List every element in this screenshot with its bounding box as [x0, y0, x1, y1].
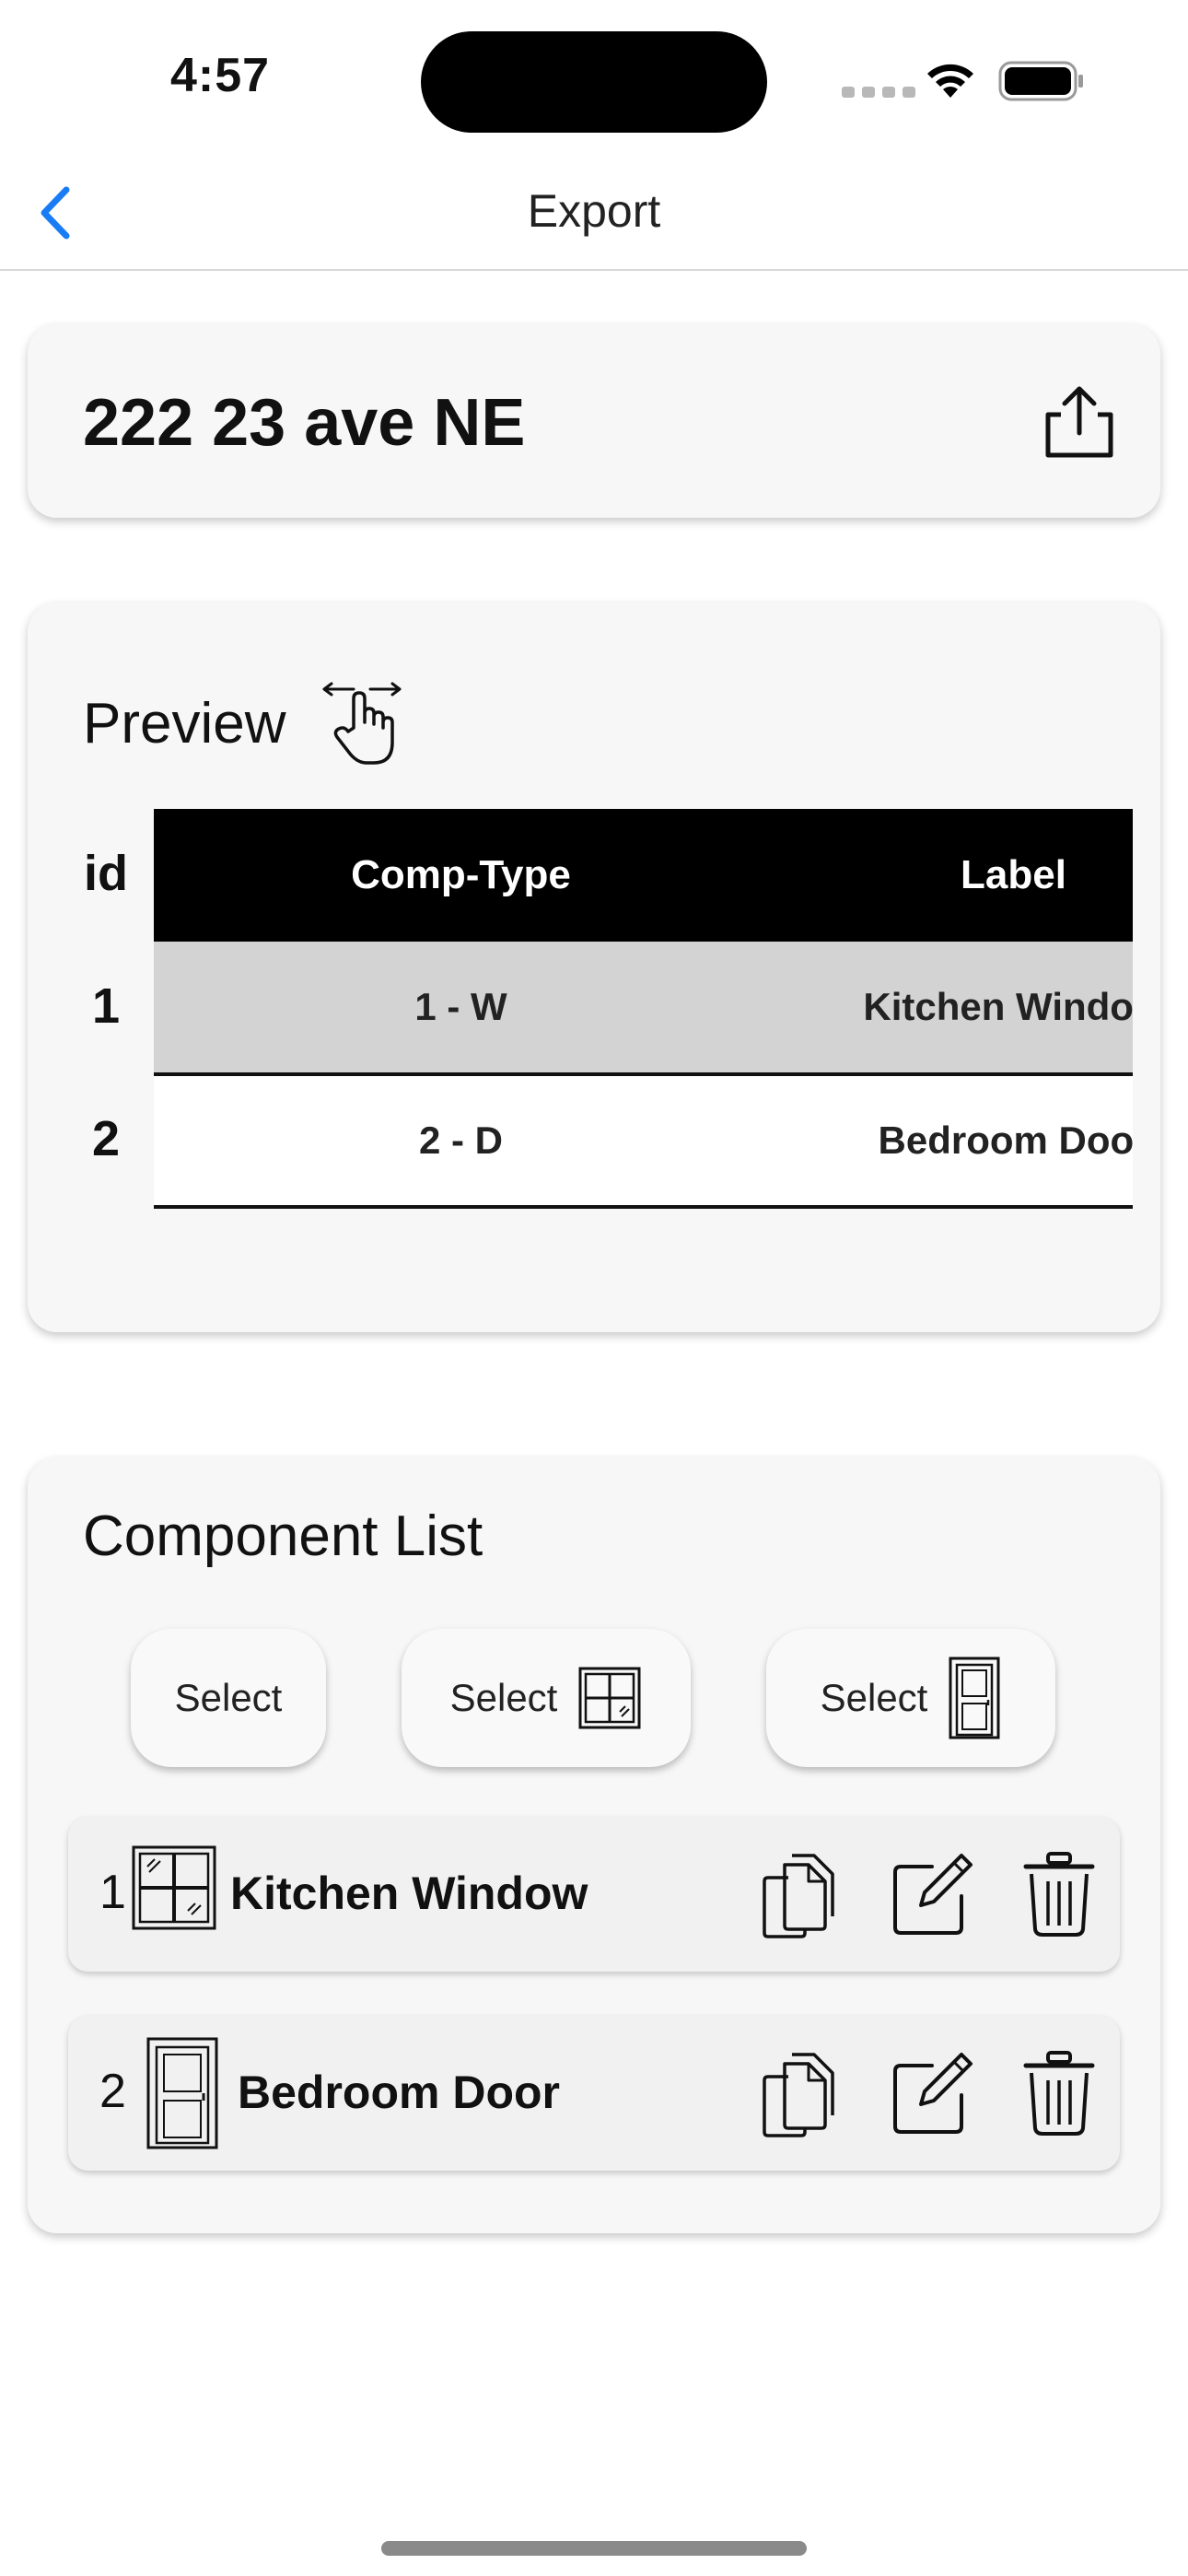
preview-card: Preview id 1 2 Comp-Type Label 1 - W Kit…	[28, 603, 1160, 1332]
id-cell: 1	[91, 978, 121, 1034]
item-name: Bedroom Door	[238, 2067, 560, 2118]
select-doors-label: Select	[820, 1676, 928, 1719]
duplicate-icon[interactable]	[755, 1848, 844, 1940]
id-header: id	[84, 846, 128, 901]
status-bar: 4:57	[0, 0, 1188, 157]
column-header-comp-type: Comp-Type	[154, 809, 768, 942]
label-cell: Kitchen Window	[768, 942, 1133, 1076]
select-all-label: Select	[174, 1676, 283, 1719]
comp-type-cell: 2 - D	[154, 1074, 768, 1209]
table-row: 2 - D Bedroom Door	[154, 1074, 1133, 1209]
component-list-title: Component List	[83, 1505, 483, 1568]
trash-icon[interactable]	[1022, 2047, 1096, 2139]
edit-icon[interactable]	[888, 1848, 976, 1940]
item-name: Kitchen Window	[230, 1868, 588, 1919]
edit-icon[interactable]	[888, 2047, 976, 2139]
preview-table: Comp-Type Label 1 - W Kitchen Window 2 -…	[154, 809, 1133, 1209]
navigation-bar: Export	[0, 157, 1188, 271]
address-card: 222 23 ave NE	[28, 324, 1160, 518]
label-cell: Bedroom Door	[768, 1074, 1133, 1209]
table-row: 1 - W Kitchen Window	[154, 942, 1133, 1076]
item-number: 2	[99, 2065, 126, 2118]
wifi-icon	[927, 64, 973, 98]
window-icon	[132, 1845, 216, 1930]
select-doors-button[interactable]: Select	[766, 1629, 1055, 1767]
trash-icon[interactable]	[1022, 1848, 1096, 1940]
door-icon	[949, 1657, 1000, 1739]
table-header-row: Comp-Type Label	[154, 809, 1133, 942]
list-item[interactable]: 1 Kitchen Window	[68, 1817, 1120, 1972]
select-windows-label: Select	[449, 1676, 558, 1719]
id-cell: 2	[91, 1111, 121, 1166]
select-windows-button[interactable]: Select	[402, 1629, 691, 1767]
item-number: 1	[99, 1866, 126, 1919]
home-indicator[interactable]	[381, 2541, 807, 2556]
dynamic-island	[421, 31, 767, 133]
preview-table-scroll[interactable]: Comp-Type Label 1 - W Kitchen Window 2 -…	[154, 809, 1133, 1209]
status-time: 4:57	[170, 49, 271, 102]
duplicate-icon[interactable]	[755, 2047, 844, 2139]
preview-title: Preview	[83, 692, 286, 755]
id-column: id 1 2	[55, 807, 157, 1205]
door-icon	[146, 2037, 218, 2149]
column-header-label: Label	[768, 809, 1133, 942]
page-title: Export	[527, 185, 661, 237]
select-all-button[interactable]: Select	[131, 1629, 326, 1767]
comp-type-cell: 1 - W	[154, 942, 768, 1076]
share-icon[interactable]	[1041, 383, 1118, 461]
component-list-card: Component List Select Select Select 1 Ki…	[28, 1458, 1160, 2233]
address-title: 222 23 ave NE	[83, 386, 526, 460]
list-item[interactable]: 2 Bedroom Door	[68, 2016, 1120, 2171]
horizontal-swipe-hand-icon	[322, 682, 402, 765]
battery-icon	[998, 61, 1083, 101]
window-icon	[578, 1667, 641, 1729]
cellular-signal-icon	[842, 87, 915, 98]
